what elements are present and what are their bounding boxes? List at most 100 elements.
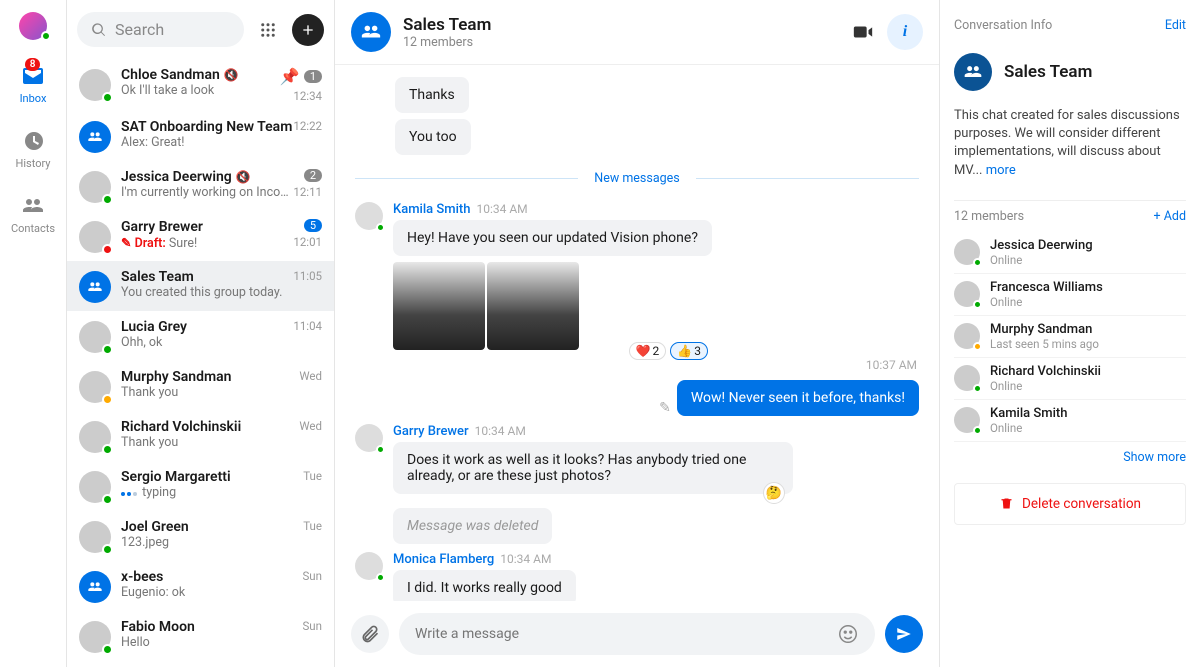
main-pane: Sales Team 12 members i Thanks You too N…	[335, 0, 940, 667]
delete-conversation-button[interactable]: Delete conversation	[954, 483, 1186, 525]
unread-badge: 5	[304, 219, 322, 232]
conversation-time: Wed	[299, 419, 322, 433]
add-member-link[interactable]: + Add	[1154, 209, 1186, 224]
edit-message-icon[interactable]: ✎	[659, 400, 671, 416]
member-name: Richard Volchinskii	[990, 364, 1101, 379]
conversation-time: Sun	[302, 619, 322, 633]
info-panel: Conversation Info Edit Sales Team This c…	[940, 0, 1200, 667]
divider-label: New messages	[578, 171, 695, 186]
sidebar-top: Search	[67, 0, 334, 59]
group-icon	[963, 62, 983, 82]
message-avatar[interactable]	[355, 424, 383, 452]
chat-header: Sales Team 12 members i	[335, 0, 939, 65]
members-list: Jessica DeerwingOnlineFrancesca Williams…	[954, 232, 1186, 442]
message-bubble: You too	[395, 119, 471, 155]
nav-history[interactable]: History	[16, 129, 51, 170]
member-name: Jessica Deerwing	[990, 238, 1093, 253]
conversation-item[interactable]: Fabio MoonHelloSun	[67, 611, 334, 661]
search-input[interactable]: Search	[77, 12, 244, 47]
send-button[interactable]	[885, 615, 923, 653]
trash-icon	[999, 496, 1014, 511]
reaction-think[interactable]: 🤔	[763, 482, 785, 504]
user-avatar	[79, 171, 111, 203]
info-button[interactable]: i	[887, 14, 923, 50]
composer	[335, 601, 939, 667]
conversation-time: 11:05	[293, 269, 322, 283]
conversation-item[interactable]: Monica FlambergHey!Sun	[67, 661, 334, 667]
conversation-list[interactable]: Chloe Sandman 🔇Ok I'll take a look📌112:3…	[67, 59, 334, 667]
conversation-item[interactable]: Richard VolchinskiiThank youWed	[67, 411, 334, 461]
message-avatar[interactable]	[355, 552, 383, 580]
unread-badge: 2	[304, 169, 322, 182]
attach-button[interactable]	[351, 615, 389, 653]
conversation-item[interactable]: Murphy SandmanThank youWed	[67, 361, 334, 411]
member-item[interactable]: Murphy SandmanLast seen 5 mins ago	[954, 316, 1186, 358]
member-name: Murphy Sandman	[990, 322, 1099, 337]
member-item[interactable]: Kamila SmithOnline	[954, 400, 1186, 442]
member-avatar	[954, 365, 980, 391]
message-time: 10:34 AM	[475, 424, 526, 438]
sender-name[interactable]: Garry Brewer	[393, 424, 469, 439]
conversation-time: 11:04	[293, 319, 322, 333]
user-avatar	[79, 621, 111, 653]
conversation-item[interactable]: Sales TeamYou created this group today.1…	[67, 261, 334, 311]
member-item[interactable]: Richard VolchinskiiOnline	[954, 358, 1186, 400]
emoji-icon[interactable]	[837, 623, 859, 645]
member-item[interactable]: Francesca WilliamsOnline	[954, 274, 1186, 316]
member-item[interactable]: Jessica DeerwingOnline	[954, 232, 1186, 274]
info-description: This chat created for sales discussions …	[954, 107, 1186, 180]
conversation-time: Wed	[299, 369, 322, 383]
more-link[interactable]: more	[986, 163, 1016, 178]
new-conversation-button[interactable]	[292, 14, 324, 46]
group-avatar	[79, 571, 111, 603]
conversation-item[interactable]: Sergio Margaretti typingTue	[67, 461, 334, 511]
nav-inbox[interactable]: 8 Inbox	[20, 64, 47, 105]
video-call-button[interactable]	[845, 14, 881, 50]
message-list[interactable]: Thanks You too New messages Kamila Smith…	[335, 65, 939, 601]
plus-icon	[300, 22, 316, 38]
pin-icon: 📌	[280, 67, 300, 86]
message-input[interactable]	[415, 626, 837, 642]
conversation-item[interactable]: Jessica Deerwing 🔇I'm currently working …	[67, 161, 334, 211]
chat-subtitle: 12 members	[403, 35, 491, 50]
member-avatar	[954, 407, 980, 433]
search-placeholder: Search	[115, 20, 164, 39]
conversation-item[interactable]: Lucia GreyOhh, ok11:04	[67, 311, 334, 361]
conversation-item[interactable]: Chloe Sandman 🔇Ok I'll take a look📌112:3…	[67, 59, 334, 111]
attachment-image[interactable]	[487, 262, 579, 350]
apps-button[interactable]	[252, 14, 284, 46]
nav-label: Contacts	[11, 222, 55, 235]
message-bubble-own: Wow! Never seen it before, thanks!	[677, 380, 919, 416]
sender-name[interactable]: Monica Flamberg	[393, 552, 494, 567]
info-heading: Conversation Info	[954, 18, 1052, 33]
grid-icon	[259, 21, 277, 39]
user-avatar[interactable]	[19, 12, 47, 40]
user-avatar	[79, 471, 111, 503]
show-more-link[interactable]: Show more	[954, 450, 1186, 465]
conversation-time: Sun	[302, 569, 322, 583]
sender-name[interactable]: Kamila Smith	[393, 202, 470, 217]
member-status: Online	[990, 253, 1093, 267]
message-bubble: Hey! Have you seen our updated Vision ph…	[393, 220, 712, 256]
attachment-image[interactable]	[393, 262, 485, 350]
member-status: Online	[990, 379, 1101, 393]
paperclip-icon	[360, 624, 380, 644]
conversation-item[interactable]: SAT Onboarding New TeamAlex: Great!12:22	[67, 111, 334, 161]
reaction-heart[interactable]: ❤️ 2	[629, 342, 667, 360]
conversation-time: 12:11	[293, 185, 322, 199]
group-avatar	[79, 271, 111, 303]
conversation-item[interactable]: Garry Brewer✎ Draft: Sure!512:01	[67, 211, 334, 261]
conversation-item[interactable]: Joel Green123.jpegTue	[67, 511, 334, 561]
conversation-time: Tue	[303, 519, 322, 533]
user-avatar	[79, 421, 111, 453]
nav-contacts[interactable]: Contacts	[11, 194, 55, 235]
reaction-thumbsup[interactable]: 👍 3	[670, 342, 708, 360]
history-icon	[21, 129, 45, 153]
edit-link[interactable]: Edit	[1165, 18, 1186, 33]
conversation-item[interactable]: x-beesEugenio: okSun	[67, 561, 334, 611]
message-time: 10:37 AM	[357, 358, 917, 372]
new-messages-divider: New messages	[355, 171, 919, 186]
attachments: ❤️ 2 👍 3	[393, 262, 712, 350]
user-avatar	[79, 321, 111, 353]
message-avatar[interactable]	[355, 202, 383, 230]
